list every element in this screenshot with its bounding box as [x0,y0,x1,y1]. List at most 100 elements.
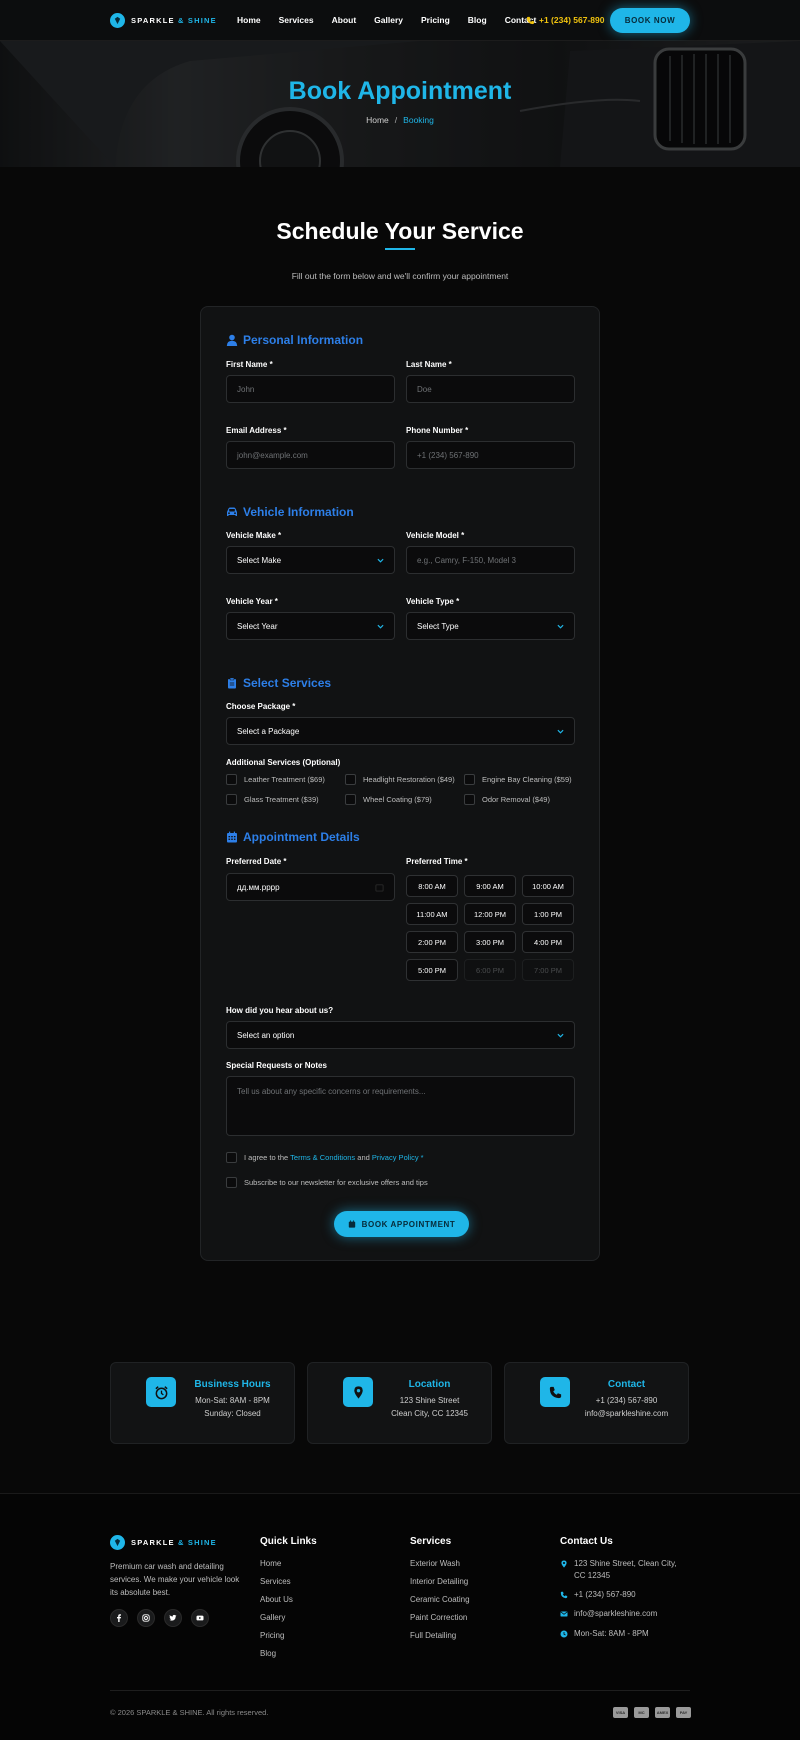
calendar-icon [227,831,237,843]
footer-link[interactable]: Gallery [260,1613,285,1622]
last-name-input[interactable]: Doe [406,375,575,403]
addon-wheel-coating-checkbox[interactable]: Wheel Coating ($79) [345,794,432,805]
vehicle-type-select[interactable]: Select Type [406,612,575,640]
phone-icon [526,16,535,24]
vehicle-model-input[interactable]: e.g., Camry, F-150, Model 3 [406,546,575,574]
info-card-line: 123 Shine Street [399,1396,460,1405]
site-footer: SPARKLE & SHINE Premium car wash and det… [0,1493,800,1740]
time-slot[interactable]: 1:00 PM [522,903,574,925]
time-slot[interactable]: 3:00 PM [464,931,516,953]
footer-link[interactable]: Services [260,1577,291,1586]
instagram-icon[interactable] [137,1609,155,1627]
time-slot[interactable]: 4:00 PM [522,931,574,953]
footer-service-link[interactable]: Interior Detailing [410,1577,468,1586]
date-input[interactable]: дд.мм.рррр [226,873,395,901]
footer-link[interactable]: Home [260,1559,281,1568]
visa-card-icon: VISA [613,1707,628,1718]
info-card-line: Sunday: Closed [204,1409,261,1418]
time-slot[interactable]: 10:00 AM [522,875,574,897]
chevron-down-icon [557,1033,564,1038]
phone-input[interactable]: +1 (234) 567-890 [406,441,575,469]
footer-link[interactable]: Pricing [260,1631,284,1640]
time-slot[interactable]: 9:00 AM [464,875,516,897]
package-select[interactable]: Select a Package [226,717,575,745]
book-appointment-button[interactable]: BOOK APPOINTMENT [334,1211,469,1237]
addon-headlight-checkbox[interactable]: Headlight Restoration ($49) [345,774,455,785]
breadcrumb: Home / Booking [366,115,434,125]
envelope-icon [560,1611,568,1617]
chevron-down-icon [377,558,384,563]
twitter-icon[interactable] [164,1609,182,1627]
referral-select[interactable]: Select an option [226,1021,575,1049]
first-name-label: First Name * [226,360,273,369]
site-logo[interactable]: SPARKLE & SHINE [110,13,217,28]
nav-link-home[interactable]: Home [237,15,261,25]
chevron-down-icon [377,624,384,629]
footer-link[interactable]: Blog [260,1649,276,1658]
footer-service-link[interactable]: Full Detailing [410,1631,456,1640]
nav-link-blog[interactable]: Blog [468,15,487,25]
terms-agree-checkbox[interactable]: I agree to the Terms & Conditions and Pr… [226,1152,424,1163]
logo-text: SPARKLE & SHINE [131,16,217,25]
nav-link-pricing[interactable]: Pricing [421,15,450,25]
time-slot[interactable]: 12:00 PM [464,903,516,925]
addon-glass-checkbox[interactable]: Glass Treatment ($39) [226,794,319,805]
package-label: Choose Package * [226,702,296,711]
footer-service-link[interactable]: Exterior Wash [410,1559,460,1568]
nav-link-services[interactable]: Services [279,15,314,25]
footer-hours: Mon-Sat: 8AM - 8PM [560,1628,649,1640]
time-slot[interactable]: 2:00 PM [406,931,458,953]
addon-engine-bay-checkbox[interactable]: Engine Bay Cleaning ($59) [464,774,572,785]
additional-services-label: Additional Services (Optional) [226,758,341,767]
chevron-down-icon [557,729,564,734]
info-card-line: Mon-Sat: 8AM - 8PM [195,1396,270,1405]
vehicle-make-select[interactable]: Select Make [226,546,395,574]
personal-info-heading: Personal Information [226,333,363,347]
payment-card-icon: PAY [676,1707,691,1718]
info-card-title: Contact [607,1379,646,1390]
facebook-icon[interactable] [110,1609,128,1627]
phone-icon [560,1591,568,1599]
footer-service-link[interactable]: Ceramic Coating [410,1595,470,1604]
footer-service-link[interactable]: Paint Correction [410,1613,467,1622]
newsletter-checkbox[interactable]: Subscribe to our newsletter for exclusiv… [226,1177,428,1188]
info-card-line[interactable]: +1 (234) 567-890 [565,1396,688,1405]
notes-textarea[interactable]: Tell us about any specific concerns or r… [226,1076,575,1136]
email-label: Email Address * [226,426,287,435]
vehicle-type-label: Vehicle Type * [406,597,460,606]
top-navbar: SPARKLE & SHINE Home Services About Gall… [0,0,800,41]
nav-link-about[interactable]: About [332,15,357,25]
vehicle-make-label: Vehicle Make * [226,531,282,540]
info-card-line[interactable]: info@sparkleshine.com [565,1409,688,1418]
breadcrumb-home-link[interactable]: Home [366,115,389,125]
first-name-input[interactable]: John [226,375,395,403]
calendar-icon [348,1220,355,1228]
time-slot[interactable]: 8:00 AM [406,875,458,897]
addon-leather-checkbox[interactable]: Leather Treatment ($69) [226,774,325,785]
footer-email[interactable]: info@sparkleshine.com [560,1608,657,1620]
privacy-link[interactable]: Privacy Policy [372,1153,419,1162]
user-icon [226,334,238,346]
youtube-icon[interactable] [191,1609,209,1627]
footer-link[interactable]: About Us [260,1595,293,1604]
footer-logo[interactable]: SPARKLE & SHINE [110,1535,217,1550]
time-slot[interactable]: 11:00 AM [406,903,458,925]
mastercard-icon: MC [634,1707,649,1718]
footer-phone[interactable]: +1 (234) 567-890 [560,1589,636,1601]
nav-phone-link[interactable]: +1 (234) 567-890 [526,15,604,25]
addon-odor-removal-checkbox[interactable]: Odor Removal ($49) [464,794,550,805]
time-label: Preferred Time * [406,857,468,866]
time-slot-disabled: 7:00 PM [522,959,574,981]
vehicle-year-select[interactable]: Select Year [226,612,395,640]
phone-label: Phone Number * [406,426,469,435]
calendar-picker-icon[interactable] [375,883,384,892]
time-slot[interactable]: 5:00 PM [406,959,458,981]
terms-link[interactable]: Terms & Conditions [290,1153,355,1162]
booking-form: Personal Information First Name * John L… [200,306,600,1261]
nav-link-gallery[interactable]: Gallery [374,15,403,25]
notes-label: Special Requests or Notes [226,1061,327,1070]
services-heading: Select Services [226,676,331,690]
diamond-logo-icon [110,13,125,28]
email-input[interactable]: john@example.com [226,441,395,469]
book-now-button[interactable]: BOOK NOW [610,8,690,33]
